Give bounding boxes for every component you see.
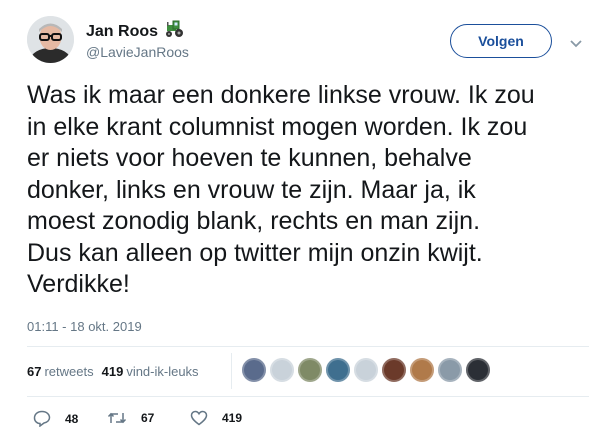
profile-photo-icon [27,16,74,63]
liker-avatars [242,358,490,382]
like-count: 419 [222,411,243,425]
author-name-row[interactable]: Jan Roos [86,20,186,43]
retweet-count: 67 [141,411,155,425]
tractor-icon [164,20,186,43]
divider [27,346,589,347]
liker-avatar[interactable] [410,358,434,382]
chevron-down-icon[interactable] [569,36,583,54]
liker-avatar[interactable] [382,358,406,382]
divider [27,396,589,397]
liker-avatar[interactable] [242,358,266,382]
avatar[interactable] [27,16,74,63]
tweet-timestamp[interactable]: 01:11 - 18 okt. 2019 [27,319,142,334]
reply-count: 48 [65,411,79,426]
retweet-button[interactable]: 67 [107,410,154,426]
liker-avatar[interactable] [466,358,490,382]
follow-button[interactable]: Volgen [450,24,552,58]
stats-separator [231,353,232,389]
author-display-name[interactable]: Jan Roos [86,23,158,41]
reply-icon [33,410,51,427]
retweets-stat[interactable]: 67 retweets [27,364,94,379]
liker-avatar[interactable] [270,358,294,382]
tweet-stats: 67 retweets 419 vind-ik-leuks [27,364,199,379]
retweet-icon [107,410,127,426]
liker-avatar[interactable] [298,358,322,382]
heart-icon [190,410,208,426]
liker-avatar[interactable] [438,358,462,382]
like-button[interactable]: 419 [190,410,242,426]
reply-button[interactable]: 48 [33,410,78,427]
author-handle[interactable]: @LavieJanRoos [86,44,189,60]
liker-avatar[interactable] [354,358,378,382]
liker-avatar[interactable] [326,358,350,382]
tweet-text: Was ik maar een donkere linkse vrouw. Ik… [27,81,535,298]
likes-stat[interactable]: 419 vind-ik-leuks [102,364,199,379]
